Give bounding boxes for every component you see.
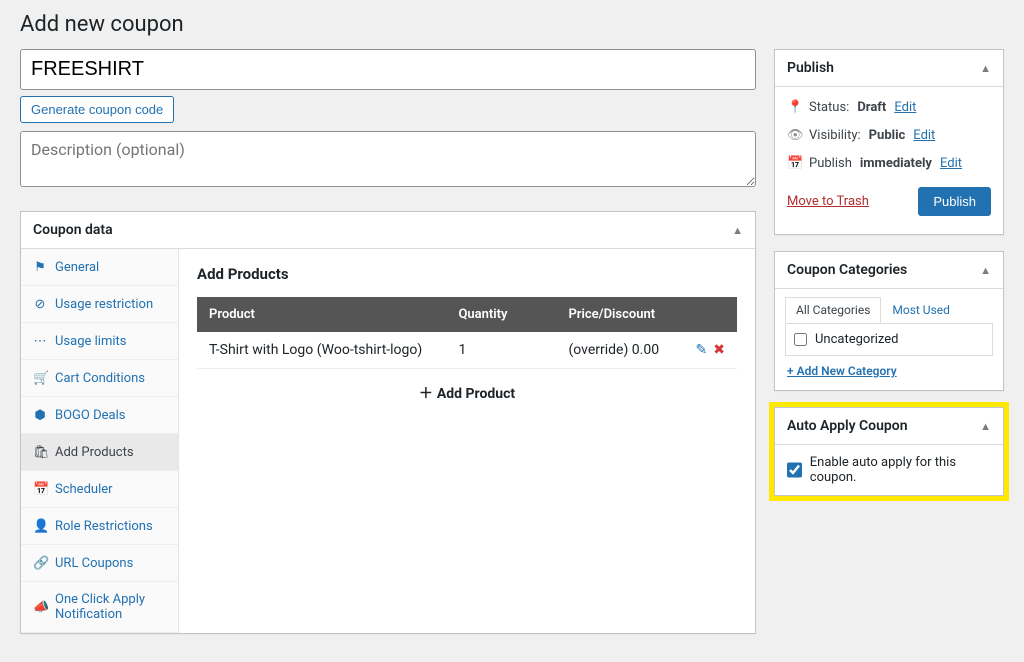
- col-product: Product: [197, 297, 446, 332]
- tab-one-click[interactable]: 📣 One Click Apply Notification: [21, 582, 178, 633]
- cart-conditions-icon: 🛒: [33, 370, 47, 386]
- status-label: Status:: [809, 100, 849, 115]
- category-item[interactable]: Uncategorized: [794, 332, 984, 347]
- schedule-label: Publish: [809, 156, 852, 171]
- panel-heading: Add Products: [197, 265, 737, 283]
- usage-restriction-icon: ⊘: [33, 296, 47, 312]
- collapse-toggle-icon[interactable]: ▲: [732, 224, 743, 237]
- visibility-value: Public: [869, 128, 906, 143]
- tab-label: General: [55, 260, 99, 275]
- cell-product: T-Shirt with Logo (Woo-tshirt-logo): [197, 332, 446, 369]
- cell-price: (override) 0.00: [556, 332, 677, 369]
- tab-url-coupons[interactable]: 🔗 URL Coupons: [21, 545, 178, 582]
- tab-usage-limits[interactable]: ⋯ Usage limits: [21, 323, 178, 360]
- tab-general[interactable]: ⚑ General: [21, 249, 178, 286]
- table-row: T-Shirt with Logo (Woo-tshirt-logo)1(ove…: [197, 332, 737, 369]
- add-products-icon: 🛍: [33, 444, 47, 460]
- tab-bogo-deals[interactable]: ⬢ BOGO Deals: [21, 397, 178, 434]
- pencil-icon[interactable]: ✎: [696, 342, 708, 358]
- page-title: Add new coupon: [20, 12, 1004, 37]
- coupon-data-title: Coupon data: [33, 222, 113, 238]
- tab-label: Add Products: [55, 445, 134, 460]
- schedule-value: immediately: [860, 156, 932, 171]
- col-quantity: Quantity: [446, 297, 556, 332]
- pin-icon: 📍: [787, 99, 801, 115]
- publish-button[interactable]: Publish: [918, 187, 991, 216]
- tab-label: Scheduler: [55, 482, 113, 497]
- collapse-toggle-icon[interactable]: ▲: [980, 62, 991, 75]
- coupon-code-input[interactable]: [20, 49, 756, 90]
- tab-label: Usage restriction: [55, 297, 153, 312]
- categories-title: Coupon Categories: [787, 262, 907, 278]
- tab-label: Cart Conditions: [55, 371, 145, 386]
- calendar-icon: 📅: [787, 155, 801, 171]
- tab-role-restrictions[interactable]: 👤 Role Restrictions: [21, 508, 178, 545]
- coupon-data-tabs: ⚑ General ⊘ Usage restriction ⋯ Usage limits 🛒…: [21, 249, 179, 633]
- scheduler-icon: 📅: [33, 481, 47, 497]
- close-icon[interactable]: ✖: [713, 342, 725, 358]
- tab-label: URL Coupons: [55, 556, 133, 571]
- tab-label: Role Restrictions: [55, 519, 153, 534]
- tab-scheduler[interactable]: 📅 Scheduler: [21, 471, 178, 508]
- collapse-toggle-icon[interactable]: ▲: [980, 264, 991, 277]
- auto-apply-checkbox[interactable]: [787, 462, 802, 478]
- url-coupons-icon: 🔗: [33, 555, 47, 571]
- description-textarea[interactable]: [20, 131, 756, 187]
- move-to-trash-link[interactable]: Move to Trash: [787, 194, 869, 209]
- edit-status-link[interactable]: Edit: [894, 100, 916, 115]
- tab-cart-conditions[interactable]: 🛒 Cart Conditions: [21, 360, 178, 397]
- general-icon: ⚑: [33, 259, 47, 275]
- one-click-icon: 📣: [33, 599, 47, 615]
- publish-box-title: Publish: [787, 60, 834, 76]
- status-value: Draft: [857, 100, 886, 115]
- tab-label: Usage limits: [55, 334, 126, 349]
- tab-add-products[interactable]: 🛍 Add Products: [21, 434, 178, 471]
- plus-icon: ＋: [419, 386, 433, 402]
- category-checkbox[interactable]: [794, 333, 807, 346]
- products-table: Product Quantity Price/Discount T-Shirt …: [197, 297, 737, 369]
- generate-code-button[interactable]: Generate coupon code: [20, 96, 174, 123]
- role-restrictions-icon: 👤: [33, 518, 47, 534]
- edit-schedule-link[interactable]: Edit: [940, 156, 962, 171]
- auto-apply-label: Enable auto apply for this coupon.: [810, 455, 991, 485]
- cell-quantity: 1: [446, 332, 556, 369]
- eye-icon: 👁: [787, 127, 801, 143]
- tab-usage-restriction[interactable]: ⊘ Usage restriction: [21, 286, 178, 323]
- col-price: Price/Discount: [556, 297, 677, 332]
- tab-label: One Click Apply Notification: [55, 592, 166, 622]
- edit-visibility-link[interactable]: Edit: [913, 128, 935, 143]
- collapse-toggle-icon[interactable]: ▲: [980, 420, 991, 433]
- bogo-deals-icon: ⬢: [33, 407, 47, 423]
- usage-limits-icon: ⋯: [33, 333, 47, 349]
- category-label: Uncategorized: [815, 332, 898, 347]
- visibility-label: Visibility:: [809, 128, 861, 143]
- add-category-link[interactable]: + Add New Category: [775, 364, 1003, 390]
- tab-most-used[interactable]: Most Used: [881, 297, 961, 323]
- add-product-button[interactable]: ＋Add Product: [197, 369, 737, 417]
- tab-all-categories[interactable]: All Categories: [785, 297, 881, 323]
- auto-apply-title: Auto Apply Coupon: [787, 418, 908, 434]
- tab-label: BOGO Deals: [55, 408, 125, 423]
